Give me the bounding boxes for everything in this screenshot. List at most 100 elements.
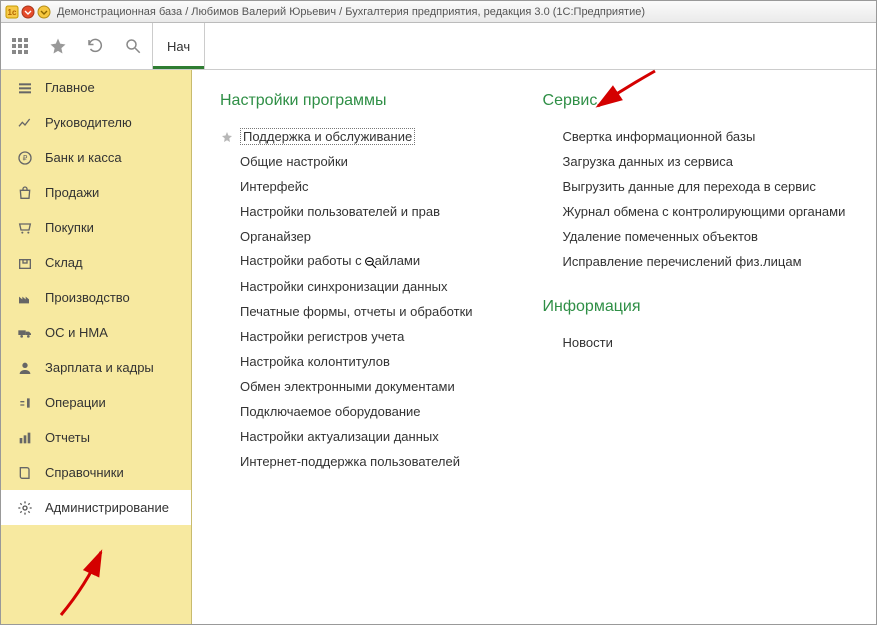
link-label: Журнал обмена с контролирующими органами xyxy=(563,204,846,219)
sidebar-item-label: Покупки xyxy=(45,220,94,235)
sidebar-item-label: Склад xyxy=(45,255,83,270)
settings-link-interface[interactable]: Интерфейс xyxy=(220,174,473,199)
sidebar-item-label: Справочники xyxy=(45,465,124,480)
link-label: Интернет-поддержка пользователей xyxy=(240,454,460,469)
link-label: Настройки регистров учета xyxy=(240,329,404,344)
sidebar-item-label: Операции xyxy=(45,395,106,410)
service-link-upload[interactable]: Выгрузить данные для перехода в сервис xyxy=(543,174,846,199)
settings-column: Настройки программы Поддержка и обслужив… xyxy=(220,92,473,474)
settings-link-actualize[interactable]: Настройки актуализации данных xyxy=(220,424,473,449)
link-label: Поддержка и обслуживание xyxy=(240,128,415,145)
book-icon xyxy=(15,463,35,483)
sidebar-item-manager[interactable]: Руководителю xyxy=(1,105,191,140)
settings-link-support[interactable]: Поддержка и обслуживание xyxy=(220,124,473,149)
red-arrow-annotation-2 xyxy=(41,540,121,620)
search-icon[interactable] xyxy=(119,32,147,60)
link-label: Настройки работы с файлами Настройки раб… xyxy=(240,253,420,270)
link-label: Органайзер xyxy=(240,229,311,244)
info-heading: Информация xyxy=(543,298,846,316)
sidebar: Главное Руководителю ₽ Банк и касса Прод… xyxy=(1,70,192,624)
settings-link-headers[interactable]: Настройка колонтитулов xyxy=(220,349,473,374)
sidebar-item-label: Продажи xyxy=(45,185,99,200)
sidebar-item-bank[interactable]: ₽ Банк и касса xyxy=(1,140,191,175)
link-label: Исправление перечислений физ.лицам xyxy=(563,254,802,269)
ruble-icon: ₽ xyxy=(15,148,35,168)
star-icon[interactable] xyxy=(44,32,72,60)
settings-link-registers[interactable]: Настройки регистров учета xyxy=(220,324,473,349)
window-title: Демонстрационная база / Любимов Валерий … xyxy=(57,6,645,18)
sidebar-item-assets[interactable]: ОС и НМА xyxy=(1,315,191,350)
settings-link-files[interactable]: Настройки работы с файлами Настройки раб… xyxy=(220,249,473,274)
bag-icon xyxy=(15,183,35,203)
settings-link-users[interactable]: Настройки пользователей и прав xyxy=(220,199,473,224)
sidebar-item-label: Банк и касса xyxy=(45,150,122,165)
person-icon xyxy=(15,358,35,378)
title-bar: 1c Демонстрационная база / Любимов Валер… xyxy=(1,1,876,23)
settings-heading: Настройки программы xyxy=(220,92,473,110)
sidebar-item-warehouse[interactable]: Склад xyxy=(1,245,191,280)
link-label: Настройка колонтитулов xyxy=(240,354,390,369)
sidebar-item-label: Производство xyxy=(45,290,130,305)
cart-icon xyxy=(15,218,35,238)
sidebar-item-main[interactable]: Главное xyxy=(1,70,191,105)
link-label: Подключаемое оборудование xyxy=(240,404,421,419)
link-label: Настройки пользователей и прав xyxy=(240,204,440,219)
service-link-compress[interactable]: Свертка информационной базы xyxy=(543,124,846,149)
sidebar-item-sales[interactable]: Продажи xyxy=(1,175,191,210)
settings-link-equipment[interactable]: Подключаемое оборудование xyxy=(220,399,473,424)
home-icon xyxy=(15,78,35,98)
settings-link-general[interactable]: Общие настройки xyxy=(220,149,473,174)
svg-text:1c: 1c xyxy=(8,8,17,17)
link-label: Обмен электронными документами xyxy=(240,379,455,394)
app-logo-icon: 1c xyxy=(5,5,19,19)
sidebar-item-administration[interactable]: Администрирование xyxy=(1,490,191,525)
top-toolbar: Нач xyxy=(1,23,876,70)
link-label: Общие настройки xyxy=(240,154,348,169)
link-label: Новости xyxy=(563,335,613,350)
sidebar-item-directories[interactable]: Справочники xyxy=(1,455,191,490)
link-label: Настройки актуализации данных xyxy=(240,429,439,444)
sidebar-item-operations[interactable]: Операции xyxy=(1,385,191,420)
settings-link-sync[interactable]: Настройки синхронизации данных xyxy=(220,274,473,299)
zoom-out-cursor-icon xyxy=(364,256,377,272)
link-label: Выгрузить данные для перехода в сервис xyxy=(563,179,816,194)
settings-link-internet[interactable]: Интернет-поддержка пользователей xyxy=(220,449,473,474)
service-link-download[interactable]: Загрузка данных из сервиса xyxy=(543,149,846,174)
sidebar-item-label: ОС и НМА xyxy=(45,325,108,340)
sidebar-item-label: Отчеты xyxy=(45,430,90,445)
info-link-news[interactable]: Новости xyxy=(543,330,846,355)
history-icon[interactable] xyxy=(81,32,109,60)
link-label: Настройки синхронизации данных xyxy=(240,279,448,294)
service-link-fix-transfers[interactable]: Исправление перечислений физ.лицам xyxy=(543,249,846,274)
star-icon xyxy=(220,130,234,144)
toolbar-left-icons xyxy=(1,23,153,69)
link-label: Интерфейс xyxy=(240,179,308,194)
sidebar-item-production[interactable]: Производство xyxy=(1,280,191,315)
right-column: Сервис Свертка информационной базы Загру… xyxy=(543,92,846,355)
operations-icon xyxy=(15,393,35,413)
settings-link-print[interactable]: Печатные формы, отчеты и обработки xyxy=(220,299,473,324)
svg-text:₽: ₽ xyxy=(23,153,28,162)
content-area: Настройки программы Поддержка и обслужив… xyxy=(192,70,876,624)
apps-icon[interactable] xyxy=(6,32,34,60)
settings-link-organizer[interactable]: Органайзер xyxy=(220,224,473,249)
settings-link-edoc[interactable]: Обмен электронными документами xyxy=(220,374,473,399)
bar-chart-icon xyxy=(15,428,35,448)
sidebar-item-label: Главное xyxy=(45,80,95,95)
link-label: Загрузка данных из сервиса xyxy=(563,154,734,169)
service-link-exchangelog[interactable]: Журнал обмена с контролирующими органами xyxy=(543,199,846,224)
box-icon xyxy=(15,253,35,273)
link-label: Печатные формы, отчеты и обработки xyxy=(240,304,473,319)
sidebar-item-reports[interactable]: Отчеты xyxy=(1,420,191,455)
truck-icon xyxy=(15,323,35,343)
tab-label: Нач xyxy=(167,39,190,54)
dropdown-yellow-icon[interactable] xyxy=(37,5,51,19)
sidebar-item-label: Руководителю xyxy=(45,115,132,130)
sidebar-item-label: Зарплата и кадры xyxy=(45,360,154,375)
sidebar-item-purchases[interactable]: Покупки xyxy=(1,210,191,245)
dropdown-red-icon[interactable] xyxy=(21,5,35,19)
tab-start-page[interactable]: Нач xyxy=(153,23,205,69)
sidebar-item-salary[interactable]: Зарплата и кадры xyxy=(1,350,191,385)
service-link-delete-marked[interactable]: Удаление помеченных объектов xyxy=(543,224,846,249)
link-label: Свертка информационной базы xyxy=(563,129,756,144)
